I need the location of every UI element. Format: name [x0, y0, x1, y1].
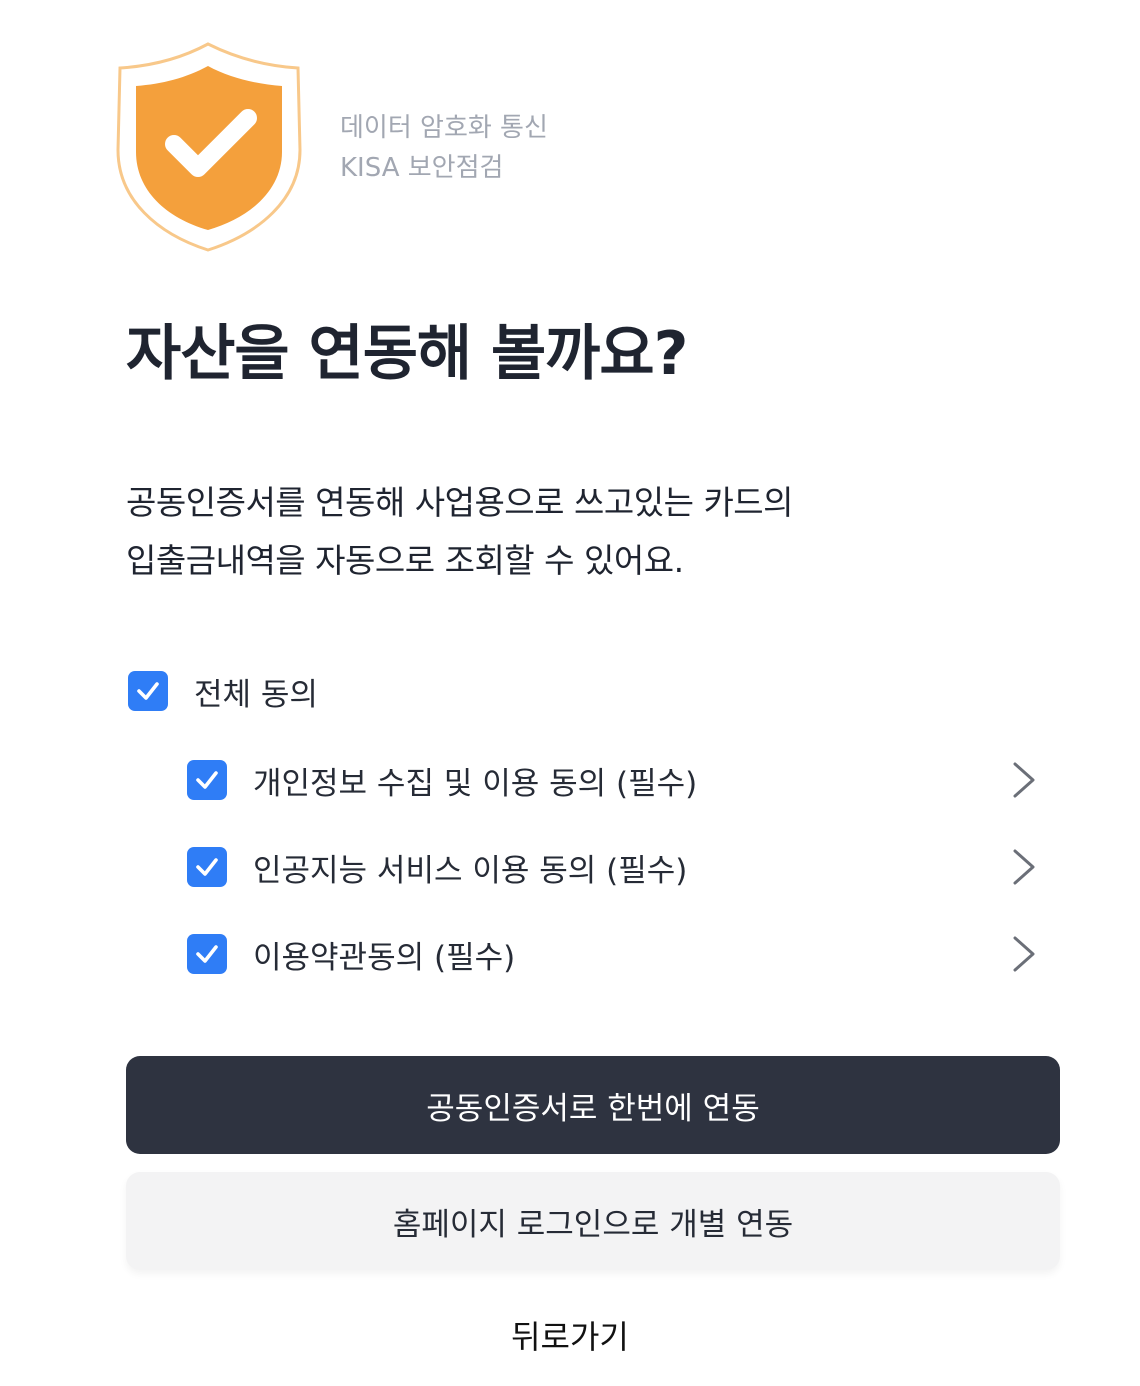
consent-ai-service-checkbox[interactable]	[187, 847, 227, 887]
consent-item-terms[interactable]: 이용약관동의 (필수)	[187, 926, 1057, 982]
agree-all-label: 전체 동의	[194, 676, 318, 713]
description-line1: 공동인증서를 연동해 사업용으로 쓰고있는 카드의	[126, 483, 794, 522]
consent-item-ai-service[interactable]: 인공지능 서비스 이용 동의 (필수)	[187, 839, 1057, 895]
agree-all-row[interactable]: 전체 동의	[128, 666, 318, 716]
check-icon	[137, 682, 159, 700]
agree-all-checkbox[interactable]	[128, 671, 168, 711]
consent-ai-service-label: 인공지능 서비스 이용 동의 (필수)	[253, 852, 688, 889]
check-icon	[196, 771, 218, 789]
shield-check-icon	[116, 42, 302, 252]
consent-terms-checkbox[interactable]	[187, 934, 227, 974]
consent-item-privacy[interactable]: 개인정보 수집 및 이용 동의 (필수)	[187, 752, 1057, 808]
description-line2: 입출금내역을 자동으로 조회할 수 있어요.	[126, 541, 684, 580]
back-button[interactable]: 뒤로가기	[0, 1312, 1140, 1358]
check-icon	[196, 945, 218, 963]
description: 공동인증서를 연동해 사업용으로 쓰고있는 카드의 입출금내역을 자동으로 조회…	[126, 474, 794, 590]
chevron-right-icon[interactable]	[1009, 934, 1039, 974]
consent-privacy-label: 개인정보 수집 및 이용 동의 (필수)	[253, 765, 698, 802]
chevron-right-icon[interactable]	[1009, 847, 1039, 887]
page-title: 자산을 연동해 볼까요?	[126, 319, 688, 389]
certificate-link-button[interactable]: 공동인증서로 한번에 연동	[126, 1056, 1060, 1154]
consent-terms-label: 이용약관동의 (필수)	[253, 939, 516, 976]
check-icon	[196, 858, 218, 876]
security-caption: 데이터 암호화 통신 KISA 보안점검	[340, 108, 548, 188]
security-caption-line2: KISA 보안점검	[340, 153, 504, 183]
consent-privacy-checkbox[interactable]	[187, 760, 227, 800]
security-caption-line1: 데이터 암호화 통신	[340, 113, 548, 143]
homepage-login-link-button[interactable]: 홈페이지 로그인으로 개별 연동	[126, 1172, 1060, 1270]
chevron-right-icon[interactable]	[1009, 760, 1039, 800]
